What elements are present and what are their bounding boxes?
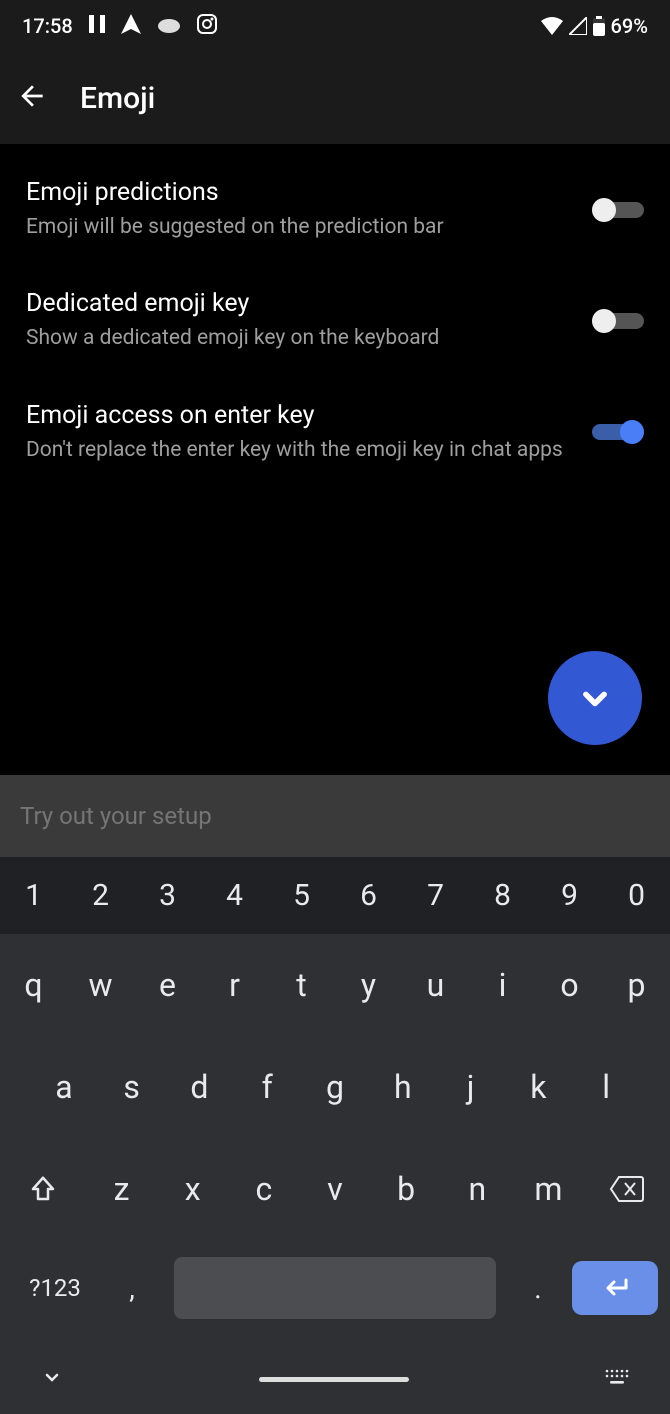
setting-emoji-predictions[interactable]: Emoji predictions Emoji will be suggeste… <box>0 154 670 265</box>
tryout-bar[interactable] <box>0 775 670 857</box>
key-r[interactable]: r <box>201 934 268 1036</box>
key-j[interactable]: j <box>437 1036 505 1138</box>
key-y[interactable]: y <box>335 934 402 1036</box>
key-u[interactable]: u <box>402 934 469 1036</box>
key-w[interactable]: w <box>67 934 134 1036</box>
status-bar: 17:58 69% <box>0 0 670 52</box>
app-bar: Emoji <box>0 52 670 144</box>
page-title: Emoji <box>80 81 155 116</box>
key-row-1: q w e r t y u i o p <box>0 934 670 1036</box>
key-m[interactable]: m <box>513 1138 584 1240</box>
key-x[interactable]: x <box>157 1138 228 1240</box>
setting-dedicated-emoji-key[interactable]: Dedicated emoji key Show a dedicated emo… <box>0 265 670 376</box>
key-v[interactable]: v <box>299 1138 370 1240</box>
wifi-icon <box>541 17 563 35</box>
status-time: 17:58 <box>22 14 73 38</box>
collapse-keyboard-fab[interactable] <box>548 651 642 745</box>
signal-icon <box>569 17 587 35</box>
hide-keyboard-icon[interactable] <box>40 1365 64 1393</box>
key-q[interactable]: q <box>0 934 67 1036</box>
tryout-input[interactable] <box>20 802 650 830</box>
system-nav-bar <box>0 1344 670 1414</box>
key-n[interactable]: n <box>442 1138 513 1240</box>
key-g[interactable]: g <box>301 1036 369 1138</box>
key-row-2: a s d f g h j k l <box>0 1036 670 1138</box>
key-5[interactable]: 5 <box>268 857 335 934</box>
keyboard-switch-icon[interactable] <box>604 1368 630 1390</box>
key-t[interactable]: t <box>268 934 335 1036</box>
key-row-3: z x c v b n m <box>0 1138 670 1240</box>
setting-title: Dedicated emoji key <box>26 289 572 318</box>
key-row-numbers: 1 2 3 4 5 6 7 8 9 0 <box>0 857 670 934</box>
key-a[interactable]: a <box>30 1036 98 1138</box>
shift-key[interactable] <box>0 1138 86 1240</box>
toggle-emoji-access-enter-key[interactable] <box>592 420 644 444</box>
key-d[interactable]: d <box>166 1036 234 1138</box>
keyboard: 1 2 3 4 5 6 7 8 9 0 q w e r t y u i o p … <box>0 857 670 1344</box>
key-k[interactable]: k <box>504 1036 572 1138</box>
key-2[interactable]: 2 <box>67 857 134 934</box>
key-6[interactable]: 6 <box>335 857 402 934</box>
backspace-key[interactable] <box>584 1138 670 1240</box>
key-4[interactable]: 4 <box>201 857 268 934</box>
key-z[interactable]: z <box>86 1138 157 1240</box>
key-s[interactable]: s <box>98 1036 166 1138</box>
comma-key[interactable]: , <box>104 1272 160 1305</box>
settings-list: Emoji predictions Emoji will be suggeste… <box>0 144 670 498</box>
setting-subtitle: Don't replace the enter key with the emo… <box>26 436 572 464</box>
setting-title: Emoji access on enter key <box>26 401 572 430</box>
setting-subtitle: Show a dedicated emoji key on the keyboa… <box>26 324 572 352</box>
pause-icon <box>89 14 105 38</box>
period-key[interactable]: . <box>510 1272 566 1305</box>
toggle-emoji-predictions[interactable] <box>592 198 644 222</box>
key-3[interactable]: 3 <box>134 857 201 934</box>
content-space <box>0 498 670 775</box>
key-8[interactable]: 8 <box>469 857 536 934</box>
key-o[interactable]: o <box>536 934 603 1036</box>
space-key[interactable] <box>174 1257 496 1319</box>
key-f[interactable]: f <box>233 1036 301 1138</box>
battery-percent: 69% <box>611 14 648 38</box>
key-e[interactable]: e <box>134 934 201 1036</box>
battery-icon <box>593 16 605 36</box>
key-7[interactable]: 7 <box>402 857 469 934</box>
enter-key[interactable] <box>572 1261 658 1315</box>
toggle-dedicated-emoji-key[interactable] <box>592 309 644 333</box>
key-9[interactable]: 9 <box>536 857 603 934</box>
back-button[interactable] <box>16 80 48 116</box>
setting-subtitle: Emoji will be suggested on the predictio… <box>26 213 572 241</box>
setting-title: Emoji predictions <box>26 178 572 207</box>
key-c[interactable]: c <box>228 1138 299 1240</box>
key-0[interactable]: 0 <box>603 857 670 934</box>
symbols-key[interactable]: ?123 <box>12 1274 98 1302</box>
key-row-bottom: ?123 , . <box>0 1240 670 1336</box>
key-1[interactable]: 1 <box>0 857 67 934</box>
key-l[interactable]: l <box>572 1036 640 1138</box>
key-i[interactable]: i <box>469 934 536 1036</box>
send-icon <box>121 14 141 39</box>
instagram-icon <box>197 14 217 39</box>
key-h[interactable]: h <box>369 1036 437 1138</box>
key-p[interactable]: p <box>603 934 670 1036</box>
key-b[interactable]: b <box>371 1138 442 1240</box>
cloud-icon <box>157 14 181 38</box>
setting-emoji-access-enter-key[interactable]: Emoji access on enter key Don't replace … <box>0 377 670 488</box>
gesture-handle[interactable] <box>259 1377 409 1382</box>
